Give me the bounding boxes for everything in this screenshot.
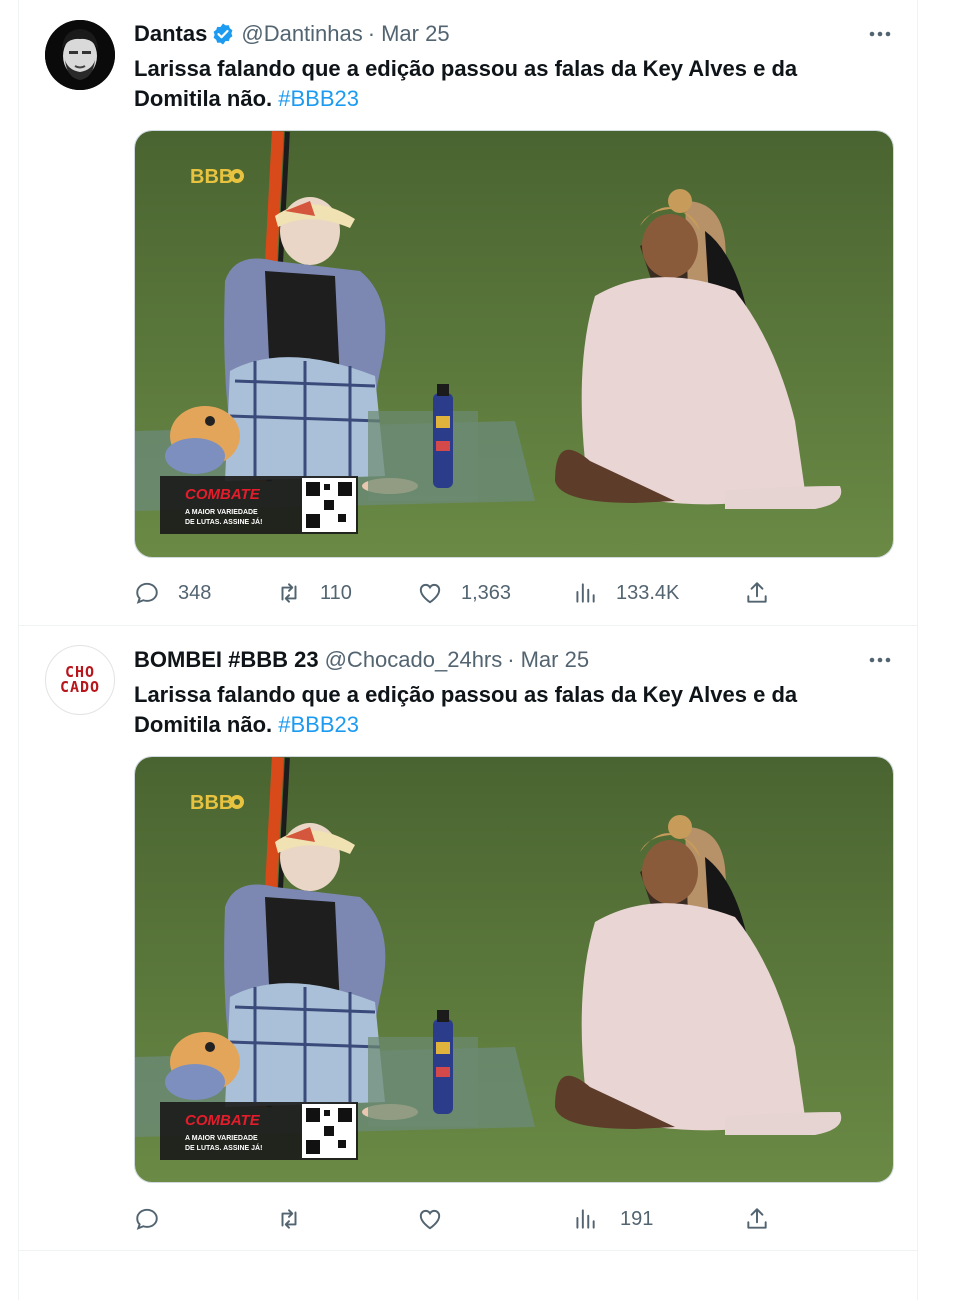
- tweet-header: BOMBEI #BBB 23 @Chocado_24hrs · Mar 25: [134, 646, 589, 674]
- svg-text:COMBATE: COMBATE: [185, 486, 261, 503]
- retweet-button[interactable]: 110: [276, 576, 352, 610]
- tweet-body: Larissa falando que a edição passou as f…: [134, 56, 798, 111]
- views-count: 133.4K: [616, 581, 680, 604]
- separator: ·: [367, 21, 376, 46]
- like-icon: [419, 583, 441, 604]
- more-icon[interactable]: [867, 22, 893, 46]
- tweet-actions: 191: [134, 1202, 894, 1236]
- timeline: Dantas @Dantinhas · Mar 25 Larissa falan…: [18, 0, 918, 1300]
- share-icon: [747, 582, 767, 603]
- like-button[interactable]: [417, 1202, 461, 1236]
- author-name[interactable]: BOMBEI #BBB 23: [134, 647, 319, 673]
- svg-text:BBB: BBB: [190, 792, 233, 814]
- reply-button[interactable]: [134, 1202, 178, 1236]
- separator: ·: [507, 647, 515, 672]
- tweet-actions: 348 110 1,363 133.4K: [134, 576, 894, 610]
- tweet-header: Dantas @Dantinhas · Mar 25: [134, 20, 450, 48]
- tweet-body: Larissa falando que a edição passou as f…: [134, 682, 798, 737]
- share-icon: [747, 1208, 767, 1229]
- svg-text:COMBATE: COMBATE: [185, 1112, 261, 1129]
- chocado-logo: CHO CADO: [59, 663, 101, 696]
- tweet-text: Larissa falando que a edição passou as f…: [134, 54, 854, 114]
- retweet-icon: [281, 1209, 297, 1229]
- svg-text:A MAIOR VARIEDADE: A MAIOR VARIEDADE: [185, 1135, 258, 1142]
- avatar[interactable]: [45, 20, 115, 90]
- reply-button[interactable]: 348: [134, 576, 211, 610]
- tweet[interactable]: CHO CADO BOMBEI #BBB 23 @Chocado_24hrs ·…: [19, 626, 917, 1251]
- combate-ad: COMBATE A MAIOR VARIEDADE DE LUTAS. ASSI…: [160, 476, 358, 534]
- like-icon: [419, 1209, 441, 1230]
- author-handle[interactable]: @Chocado_24hrs: [325, 647, 503, 673]
- views-icon: [576, 1209, 595, 1229]
- avatar-photo: [45, 20, 115, 90]
- share-button[interactable]: [744, 576, 770, 610]
- retweet-icon: [281, 583, 297, 603]
- retweet-button[interactable]: [276, 1202, 320, 1236]
- media-image: BBB COMBATE A MAIOR VARIEDADE DE LUTAS. …: [135, 757, 893, 1182]
- tweet-text: Larissa falando que a edição passou as f…: [134, 680, 854, 740]
- media-image: BBB COMBATE A MAIOR VARIEDADE DE LUTAS. …: [135, 131, 893, 557]
- reply-count: 348: [178, 581, 212, 604]
- like-button[interactable]: 1,363: [417, 576, 511, 610]
- svg-text:A MAIOR VARIEDADE: A MAIOR VARIEDADE: [185, 509, 258, 516]
- svg-text:BBB: BBB: [190, 166, 233, 188]
- hashtag-link[interactable]: #BBB23: [278, 86, 359, 111]
- retweet-count: 110: [320, 581, 352, 604]
- tweet-date[interactable]: Mar 25: [521, 647, 589, 673]
- svg-text:DE LUTAS. ASSINE JÁ!: DE LUTAS. ASSINE JÁ!: [185, 1143, 262, 1152]
- reply-icon: [136, 1208, 158, 1230]
- hashtag-link[interactable]: #BBB23: [278, 712, 359, 737]
- like-count: 1,363: [461, 581, 512, 604]
- tweet-media[interactable]: BBB COMBATE A MAIOR VARIEDADE DE LUTAS. …: [134, 130, 894, 558]
- tweet-date[interactable]: Mar 25: [381, 21, 449, 47]
- views-button[interactable]: 191: [572, 1202, 653, 1236]
- verified-icon: [213, 23, 233, 45]
- share-button[interactable]: [744, 1202, 770, 1236]
- views-count: 191: [620, 1207, 654, 1230]
- tweet[interactable]: Dantas @Dantinhas · Mar 25 Larissa falan…: [19, 0, 917, 626]
- author-name[interactable]: Dantas: [134, 21, 207, 47]
- avatar[interactable]: CHO CADO: [45, 645, 115, 715]
- views-icon: [576, 583, 595, 603]
- tweet-media[interactable]: BBB COMBATE A MAIOR VARIEDADE DE LUTAS. …: [134, 756, 894, 1183]
- more-icon[interactable]: [867, 648, 893, 672]
- svg-text:DE LUTAS. ASSINE JÁ!: DE LUTAS. ASSINE JÁ!: [185, 517, 262, 526]
- views-button[interactable]: 133.4K: [572, 576, 679, 610]
- author-handle[interactable]: @Dantinhas: [241, 21, 362, 47]
- reply-icon: [136, 582, 158, 604]
- combate-ad: COMBATE A MAIOR VARIEDADE DE LUTAS. ASSI…: [160, 1102, 358, 1160]
